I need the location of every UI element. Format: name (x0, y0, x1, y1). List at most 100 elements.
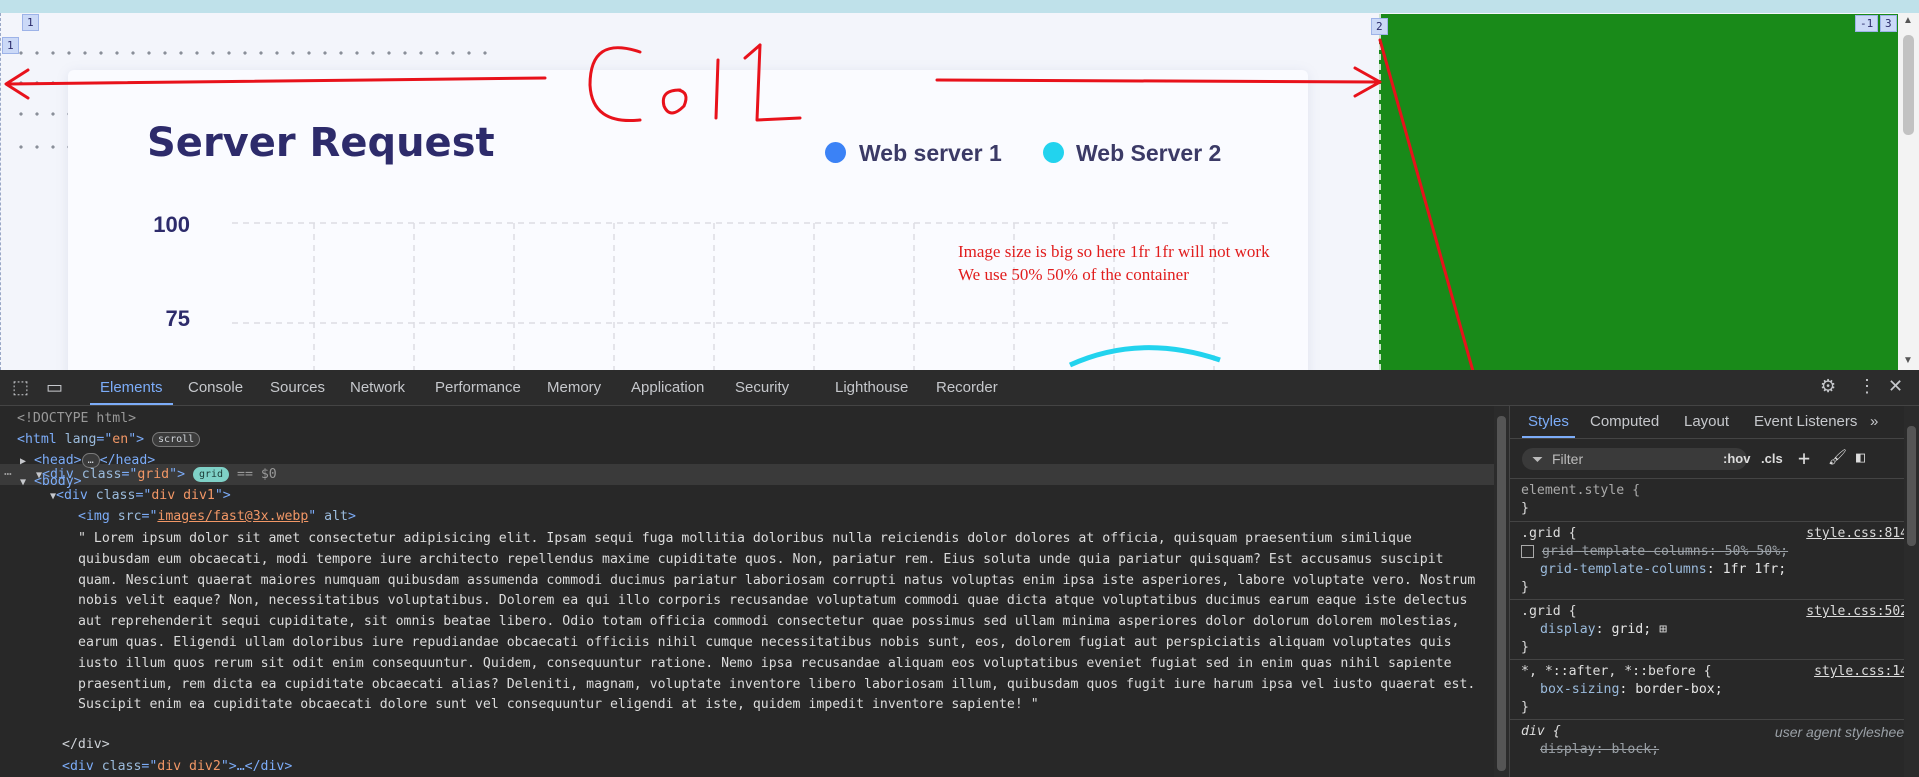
tab-computed[interactable]: Computed (1590, 406, 1659, 438)
y-tick-label: 100 (153, 212, 190, 237)
filter-placeholder: Filter (1552, 451, 1584, 467)
chart-title: Server Request (147, 120, 495, 166)
tab-console[interactable]: Console (188, 370, 243, 405)
new-style-rule-icon[interactable]: + (1798, 446, 1810, 470)
styles-pane: Styles Computed Layout Event Listeners »… (1509, 406, 1919, 777)
scrollbar-thumb[interactable] (1497, 416, 1506, 771)
rule-close-brace: } (1521, 580, 1529, 595)
divider (1510, 438, 1919, 439)
grid-badge-pill[interactable]: grid (192, 466, 230, 482)
tab-event-listeners[interactable]: Event Listeners (1754, 406, 1857, 438)
page-viewport: Server Request Web server 1 Web Server 2… (0, 0, 1919, 370)
selected-node-marker: == $0 (237, 467, 277, 482)
source-link[interactable]: style.css:14 (1814, 664, 1908, 679)
annotation-note-line-1: Image size is big so here 1fr 1fr will n… (958, 242, 1270, 261)
declaration-disabled[interactable]: grid-template-columns: 50% 50%; (1521, 543, 1788, 561)
img-src-link[interactable]: images/fast@3x.webp (157, 509, 308, 524)
divider (1510, 659, 1919, 660)
tab-performance[interactable]: Performance (435, 370, 521, 405)
tab-sources[interactable]: Sources (270, 370, 325, 405)
grid-line-badge: -1 (1855, 15, 1879, 32)
grid-column-2 (1379, 14, 1901, 370)
tab-security[interactable]: Security (735, 370, 789, 405)
expand-triangle-icon[interactable]: ▶ (20, 456, 26, 467)
styles-scrollbar[interactable] (1904, 406, 1919, 777)
settings-gear-icon[interactable]: ⚙ (1820, 376, 1836, 397)
scrollbar-thumb[interactable] (1903, 35, 1914, 135)
tab-styles[interactable]: Styles (1522, 406, 1575, 438)
div2-node[interactable]: <div class="div div2">…</div> (62, 756, 292, 777)
device-toolbar-icon[interactable]: ▭ (46, 377, 63, 398)
toggle-sidebar-icon[interactable]: ◧ (1856, 448, 1865, 466)
property-value: grid; (1611, 622, 1652, 637)
declaration-overridden: display: block; (1540, 742, 1660, 757)
devtools-toolbar: ⬚ ▭ Elements Console Sources Network Per… (0, 370, 1919, 406)
divider (1510, 599, 1919, 600)
scrollbar-thumb[interactable] (1907, 426, 1916, 546)
property-name: box-sizing (1540, 682, 1620, 697)
elements-scrollbar[interactable] (1494, 406, 1509, 777)
node-actions-ellipsis[interactable]: ⋯ (4, 464, 12, 485)
grid-div-tag: div (49, 467, 74, 482)
tab-lighthouse[interactable]: Lighthouse (835, 370, 908, 405)
page-vertical-scrollbar[interactable]: ▲ ▼ (1898, 13, 1919, 370)
div1-node[interactable]: ▼<div class="div div1"> (50, 485, 231, 506)
lorem-text-node[interactable]: " Lorem ipsum dolor sit amet consectetur… (78, 529, 1490, 716)
source-link[interactable]: style.css:814 (1806, 526, 1908, 541)
scroll-down-arrow-icon[interactable]: ▼ (1903, 355, 1913, 366)
div2-class-value: div div2 (157, 759, 221, 774)
grid-class-value: grid (137, 467, 170, 482)
tab-elements[interactable]: Elements (90, 370, 172, 405)
more-tabs-chevron-icon[interactable]: » (1870, 406, 1878, 438)
grid-line-badge: 2 (1371, 18, 1388, 35)
declaration[interactable]: display: grid; ⊞ (1540, 621, 1667, 639)
divider (1510, 719, 1919, 720)
declaration-checkbox[interactable] (1521, 544, 1534, 558)
y-tick-label: 75 (165, 306, 190, 331)
styles-filter-input[interactable]: ⏷ Filter (1522, 448, 1747, 470)
collapse-triangle-icon[interactable]: ▼ (20, 477, 26, 488)
tab-recorder[interactable]: Recorder (936, 370, 998, 405)
inspect-element-icon[interactable]: ⬚ (12, 377, 29, 398)
img-node[interactable]: <img src="images/fast@3x.webp" alt> (78, 506, 356, 527)
dot-pattern-row (13, 145, 73, 149)
scroll-pill[interactable]: scroll (152, 431, 201, 447)
paint-brush-icon[interactable]: 🖌 (1828, 448, 1847, 466)
cls-toggle[interactable]: .cls (1761, 451, 1783, 466)
divider (1510, 521, 1919, 522)
doctype-line[interactable]: <!DOCTYPE html> (17, 408, 136, 429)
dot-pattern-row (13, 51, 493, 55)
grid-line-badge: 1 (2, 37, 19, 54)
close-icon[interactable]: ✕ (1888, 376, 1903, 397)
tab-network[interactable]: Network (350, 370, 405, 405)
property-name: display (1540, 622, 1596, 637)
legend-dot-web-server-2 (1043, 142, 1064, 163)
tab-application[interactable]: Application (631, 370, 704, 405)
grid-display-rule-selector[interactable]: .grid { (1521, 603, 1577, 621)
grid-div-node[interactable]: ▼<div class="grid"> grid == $0 (36, 464, 277, 485)
source-link[interactable]: style.css:502 (1806, 604, 1908, 619)
html-lang-value: en (112, 432, 129, 447)
rule-close-brace: } (1521, 700, 1529, 715)
declaration[interactable]: grid-template-columns: 1fr 1fr; (1540, 561, 1786, 579)
div1-close-tag: </div> (62, 737, 110, 752)
rule-close-brace: } (1521, 501, 1529, 516)
declaration[interactable]: box-sizing: border-box; (1540, 681, 1723, 699)
dot-pattern-row (13, 112, 73, 116)
div-ua-rule-selector[interactable]: div { (1521, 723, 1561, 741)
element-style-selector[interactable]: element.style { (1521, 482, 1640, 500)
more-options-icon[interactable]: ⋮ (1858, 376, 1876, 397)
grid-line-badge: 1 (22, 14, 39, 31)
hov-toggle[interactable]: :hov (1723, 451, 1750, 466)
grid-rule-selector[interactable]: .grid { (1521, 525, 1577, 543)
legend-label-web-server-1: Web server 1 (859, 140, 1002, 166)
scroll-up-arrow-icon[interactable]: ▲ (1903, 15, 1913, 26)
html-node[interactable]: <html lang="en"> scroll (17, 429, 201, 450)
legend-label-web-server-2: Web Server 2 (1076, 140, 1222, 166)
dot-pattern-row (13, 81, 73, 85)
tab-layout[interactable]: Layout (1684, 406, 1729, 438)
property-name: display (1540, 742, 1596, 757)
universal-rule-selector[interactable]: *, *::after, *::before { (1521, 663, 1712, 681)
grid-editor-icon[interactable]: ⊞ (1651, 622, 1667, 637)
tab-memory[interactable]: Memory (547, 370, 601, 405)
